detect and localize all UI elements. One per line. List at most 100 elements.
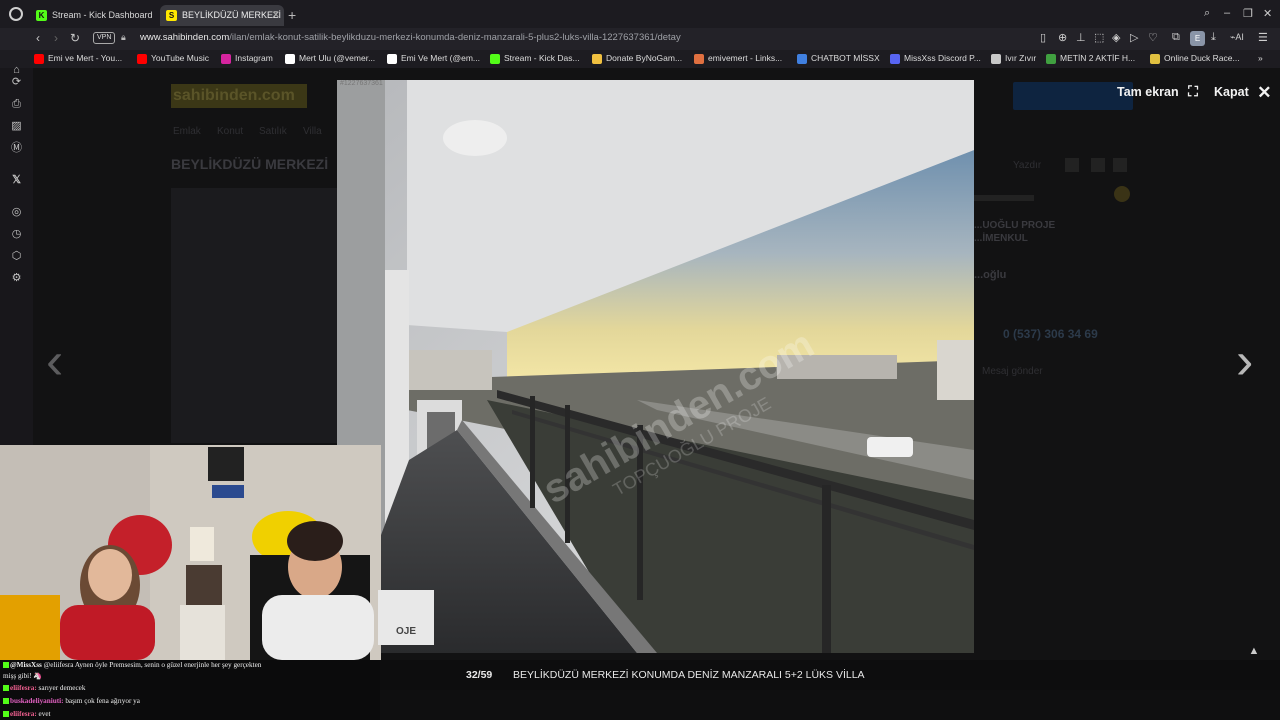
balcony-photo: sahibinden.com TOPÇUOĞLU PROJE bbox=[337, 80, 974, 653]
play-icon[interactable]: ▷ bbox=[1130, 31, 1138, 44]
kick-badge-icon bbox=[3, 698, 9, 705]
bookmark-item[interactable]: Online Duck Race... bbox=[1150, 53, 1240, 64]
x-twitter-icon[interactable]: 𝕏 bbox=[10, 174, 23, 187]
zoom-icon[interactable]: ⊕ bbox=[1058, 31, 1067, 44]
chat-message: eliifesra: sarıyer demecek bbox=[3, 684, 85, 692]
gallery-photo: sahibinden.com TOPÇUOĞLU PROJE bbox=[337, 80, 974, 653]
tab-label: Stream - Kick Dashboard bbox=[52, 10, 153, 20]
fullscreen-label: Tam ekran bbox=[1117, 85, 1179, 99]
chat-text: sarıyer demecek bbox=[38, 684, 86, 692]
x-share-icon bbox=[1091, 158, 1105, 172]
vpn-badge[interactable]: VPN bbox=[93, 32, 116, 44]
bookmark-label: Instagram bbox=[235, 53, 273, 63]
fullscreen-button[interactable]: Tam ekran ⛶ bbox=[1117, 83, 1198, 100]
bookmark-favicon-icon bbox=[890, 54, 900, 64]
breadcrumb-item: Konut bbox=[217, 126, 244, 137]
photo-caption: BEYLİKDÜZÜ MERKEZİ KONUMDA DENİZ MANZARA… bbox=[513, 669, 865, 681]
close-icon: ✕ bbox=[1257, 83, 1272, 102]
bookmark-item[interactable]: Emi Ve Mert (@em... bbox=[387, 53, 481, 64]
mail-share-icon bbox=[1113, 158, 1127, 172]
chat-text: @eliifesra Aynen öyle Premsesim, senin o… bbox=[43, 661, 262, 669]
chat-message: mişş gibi! 🦄 bbox=[3, 671, 42, 680]
bag-icon[interactable]: ⎙ bbox=[10, 98, 23, 111]
bookmark-item[interactable]: YouTube Music bbox=[137, 53, 209, 64]
bookmark-favicon-icon bbox=[490, 54, 500, 64]
reader-icon[interactable]: ▯ bbox=[1040, 31, 1046, 44]
search-tabs-icon[interactable]: ⌕ bbox=[1204, 7, 1210, 20]
bookmark-item[interactable]: emivemert - Links... bbox=[694, 53, 783, 64]
back-button[interactable]: ‹ bbox=[36, 31, 40, 45]
maximize-button[interactable]: ❐ bbox=[1243, 7, 1253, 20]
bookmark-label: emivemert - Links... bbox=[708, 53, 783, 63]
lock-icon[interactable]: 🔒︎ bbox=[121, 32, 126, 43]
chat-message: @MissXss @eliifesra Aynen öyle Premsesim… bbox=[3, 661, 261, 669]
listing-title: BEYLİKDÜZÜ MERKEZİ bbox=[171, 156, 329, 172]
bookmark-item[interactable]: MissXss Discord P... bbox=[890, 53, 981, 64]
more-bookmarks-icon[interactable]: » bbox=[1258, 53, 1263, 63]
photo-id: #1227637361 bbox=[340, 80, 383, 87]
kick-badge-icon bbox=[3, 662, 9, 669]
close-window-button[interactable]: ✕ bbox=[1263, 7, 1272, 20]
previous-photo-arrow[interactable]: ‹ bbox=[46, 335, 63, 387]
close-tab-icon[interactable]: ✕ bbox=[272, 5, 280, 26]
pin-icon[interactable]: ⊥ bbox=[1076, 31, 1086, 44]
chat-message: eliifesra: evet bbox=[3, 710, 51, 718]
chat-username[interactable]: @MissXss bbox=[10, 661, 42, 669]
bookmark-favicon-icon bbox=[34, 54, 44, 64]
badge-icon bbox=[1114, 186, 1130, 202]
ai-button[interactable]: ⌁AI bbox=[1230, 32, 1244, 43]
bookmark-item[interactable]: Emi ve Mert - You... bbox=[34, 53, 122, 64]
history-icon[interactable]: ◷ bbox=[10, 228, 23, 241]
shield-icon[interactable]: ◈ bbox=[1112, 31, 1120, 44]
extensions-icon[interactable]: ⧉ bbox=[1172, 31, 1180, 44]
agency-sub: ...İMENKUL bbox=[974, 233, 1028, 244]
minimize-button[interactable]: – bbox=[1224, 7, 1230, 19]
profile-avatar[interactable]: E bbox=[1190, 31, 1205, 46]
chat-message: buskadeliyaniuti: başım çok fena ağrıyor… bbox=[3, 697, 140, 705]
bookmark-item[interactable]: Instagram bbox=[221, 53, 273, 64]
settings-icon[interactable]: ⚙ bbox=[10, 272, 23, 285]
opera-menu-icon[interactable] bbox=[9, 7, 23, 21]
bookmark-label: Emi Ve Mert (@em... bbox=[401, 53, 481, 63]
url-path: /ilan/emlak-konut-satilik-beylikduzu-mer… bbox=[229, 32, 681, 43]
bookmark-item[interactable]: Ivır Zıvır bbox=[991, 53, 1037, 64]
print-link: Yazdır bbox=[1013, 160, 1042, 171]
bookmark-label: Mert Ulu (@vemer... bbox=[299, 53, 376, 63]
tab-sahibinden[interactable]: S BEYLİKDÜZÜ MERKEZİ KO ✕ bbox=[160, 5, 284, 26]
reload-button[interactable]: ↻ bbox=[70, 31, 80, 45]
url-field[interactable]: www.sahibinden.com/ilan/emlak-konut-sati… bbox=[140, 32, 681, 43]
close-gallery-button[interactable]: Kapat ✕ bbox=[1214, 83, 1271, 103]
snapshot-icon[interactable]: ⬚ bbox=[1094, 31, 1104, 44]
kick-icon: K bbox=[36, 10, 47, 21]
tab-bar: K Stream - Kick Dashboard S BEYLİKDÜZÜ M… bbox=[0, 0, 1280, 28]
bookmark-label: YouTube Music bbox=[151, 53, 209, 63]
webcam-overlay bbox=[0, 445, 381, 660]
refresh-icon[interactable]: ⟳ bbox=[10, 76, 23, 89]
chat-username[interactable]: eliifesra: bbox=[10, 684, 37, 692]
bookmark-favicon-icon bbox=[221, 54, 231, 64]
tab-label: BEYLİKDÜZÜ MERKEZİ KO bbox=[182, 10, 284, 20]
bookmark-item[interactable]: CHATBOT MİSSX bbox=[797, 53, 880, 64]
bookmark-item[interactable]: METİN 2 AKTİF H... bbox=[1046, 53, 1135, 64]
heart-icon[interactable]: ♡ bbox=[1148, 31, 1158, 44]
next-photo-arrow[interactable]: › bbox=[1236, 335, 1253, 387]
chat-username[interactable]: buskadeliyaniuti: bbox=[10, 697, 64, 705]
bookmark-label: Donate ByNoGam... bbox=[606, 53, 683, 63]
extensions-side-icon[interactable]: ⬡ bbox=[10, 250, 23, 263]
download-icon[interactable]: ⤓ bbox=[1211, 31, 1216, 44]
bookmark-item[interactable]: Stream - Kick Das... bbox=[490, 53, 580, 64]
scroll-top-button[interactable]: ▲ bbox=[1243, 640, 1265, 662]
new-tab-button[interactable]: + bbox=[288, 7, 296, 23]
messenger-icon[interactable]: Ⓜ bbox=[10, 142, 23, 155]
bookmark-item[interactable]: Donate ByNoGam... bbox=[592, 53, 683, 64]
chat-username[interactable]: eliifesra: bbox=[10, 710, 37, 718]
kick-badge-icon bbox=[3, 685, 9, 692]
menu-icon[interactable]: ☰ bbox=[1258, 31, 1268, 44]
tab-kick-dashboard[interactable]: K Stream - Kick Dashboard bbox=[30, 5, 158, 26]
agency-name: ...UOĞLU PROJE bbox=[974, 220, 1056, 231]
bookmark-label: Ivır Zıvır bbox=[1005, 53, 1037, 63]
bookmark-item[interactable]: Mert Ulu (@vemer... bbox=[285, 53, 376, 64]
forward-button[interactable]: › bbox=[54, 31, 58, 45]
twitch-icon[interactable]: ▨ bbox=[10, 120, 23, 133]
music-icon[interactable]: ◎ bbox=[10, 206, 23, 219]
